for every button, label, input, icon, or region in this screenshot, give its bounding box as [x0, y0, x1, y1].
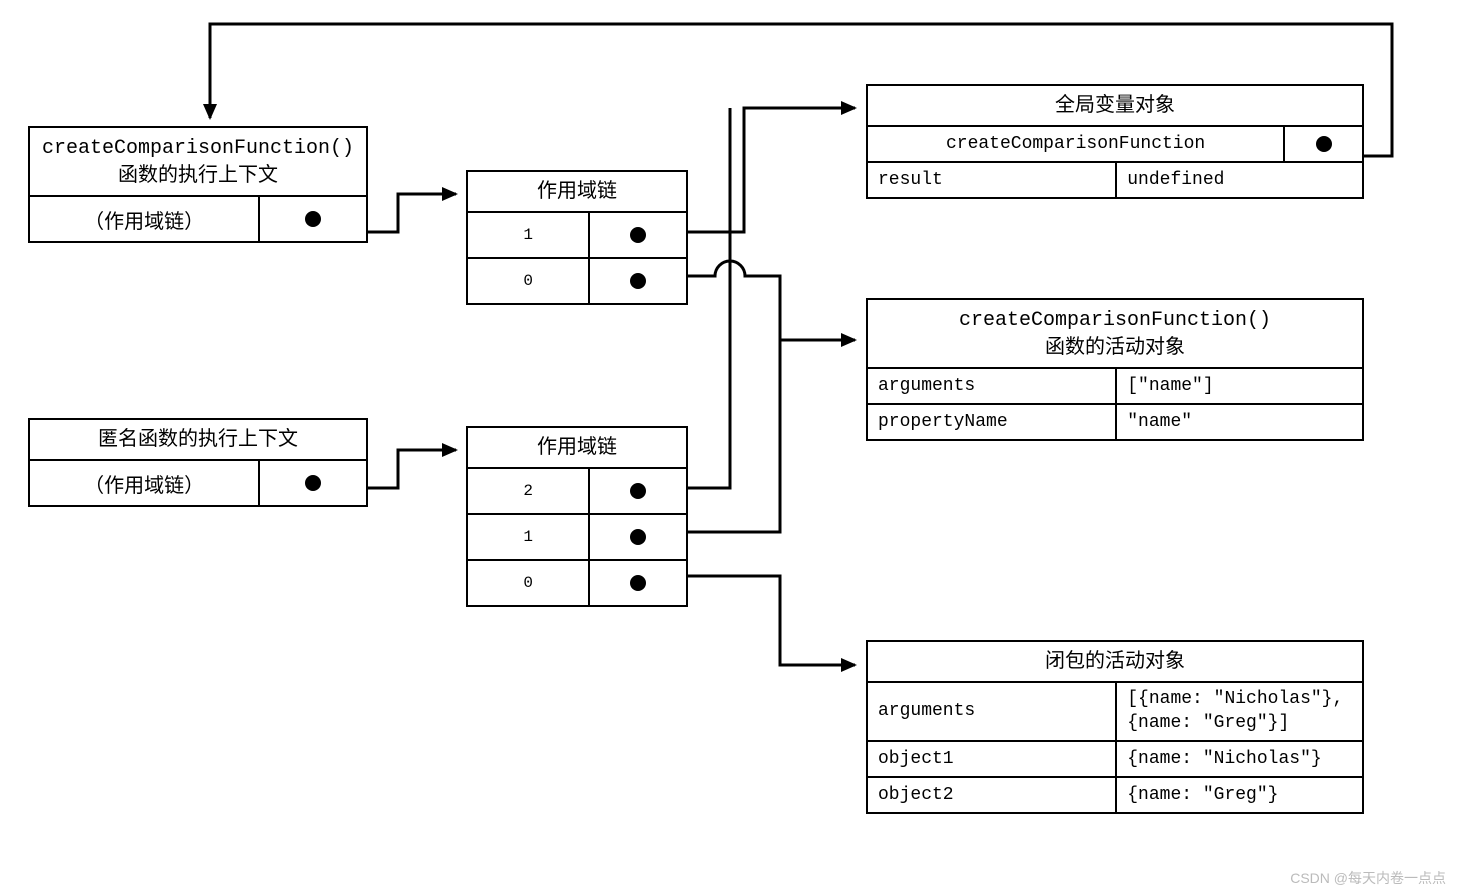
scope1-title: 作用域链 — [468, 172, 686, 213]
ctx2-title: 匿名函数的执行上下文 — [98, 428, 298, 450]
scope2-index-2: 2 — [468, 469, 590, 513]
scope1-row: 0 — [468, 259, 686, 303]
scope2-title: 作用域链 — [468, 428, 686, 469]
scope2-row: 1 — [468, 515, 686, 561]
watermark: CSDN @每天内卷一点点 — [1290, 868, 1446, 888]
ctx1-title-text: 函数的执行上下文 — [118, 164, 278, 186]
closure-object1-key: object1 — [868, 742, 1117, 776]
ccf-arguments-val: ["name"] — [1117, 369, 1362, 403]
closure-arguments-val: [{name: "Nicholas"}, {name: "Greg"}] — [1117, 683, 1362, 740]
ccf-propertyName-val: "name" — [1117, 405, 1362, 439]
scope1-index-0: 0 — [468, 259, 590, 303]
diagram-canvas: createComparisonFunction() 函数的执行上下文 （作用域… — [0, 0, 1466, 896]
ccf-propertyName-key: propertyName — [868, 405, 1117, 439]
ccf-active-object: createComparisonFunction() 函数的活动对象 argum… — [866, 298, 1364, 441]
global-result-key: result — [868, 163, 1117, 197]
scope1-ptr-0 — [590, 259, 686, 303]
scope1-row: 1 — [468, 213, 686, 259]
closure-object2-key: object2 — [868, 778, 1117, 812]
ctx1-title-code: createComparisonFunction() — [42, 137, 354, 160]
scope1-ptr-1 — [590, 213, 686, 257]
scope1-index-1: 1 — [468, 213, 590, 257]
ctx1-scope-pointer — [260, 197, 366, 241]
closure-active-object: 闭包的活动对象 arguments [{name: "Nicholas"}, {… — [866, 640, 1364, 814]
closure-title: 闭包的活动对象 — [868, 642, 1362, 683]
scope2-index-1: 1 — [468, 515, 590, 559]
closure-arguments-key: arguments — [868, 683, 1117, 740]
global-result-val: undefined — [1117, 163, 1362, 197]
ctx1-scope-label: （作用域链） — [30, 197, 260, 241]
ccf-active-title-text: 函数的活动对象 — [1045, 336, 1185, 358]
scope-chain-2: 作用域链 2 1 0 — [466, 426, 688, 607]
scope2-row: 2 — [468, 469, 686, 515]
scope2-ptr-0 — [590, 561, 686, 605]
ctx2-scope-pointer — [260, 461, 366, 505]
scope-chain-1: 作用域链 1 0 — [466, 170, 688, 305]
scope2-ptr-1 — [590, 515, 686, 559]
ccf-active-title-code: createComparisonFunction() — [959, 309, 1271, 332]
global-title: 全局变量对象 — [868, 86, 1362, 127]
global-variable-object: 全局变量对象 createComparisonFunction result u… — [866, 84, 1364, 199]
ctx2-scope-label: （作用域链） — [30, 461, 260, 505]
closure-object1-val: {name: "Nicholas"} — [1117, 742, 1362, 776]
ctx-create-comparison: createComparisonFunction() 函数的执行上下文 （作用域… — [28, 126, 368, 243]
scope2-row: 0 — [468, 561, 686, 605]
global-ccf-ptr — [1285, 127, 1362, 161]
scope2-index-0: 0 — [468, 561, 590, 605]
ccf-arguments-key: arguments — [868, 369, 1117, 403]
scope2-ptr-2 — [590, 469, 686, 513]
global-ccf-key: createComparisonFunction — [868, 127, 1285, 161]
closure-object2-val: {name: "Greg"} — [1117, 778, 1362, 812]
ctx-anonymous: 匿名函数的执行上下文 （作用域链） — [28, 418, 368, 507]
